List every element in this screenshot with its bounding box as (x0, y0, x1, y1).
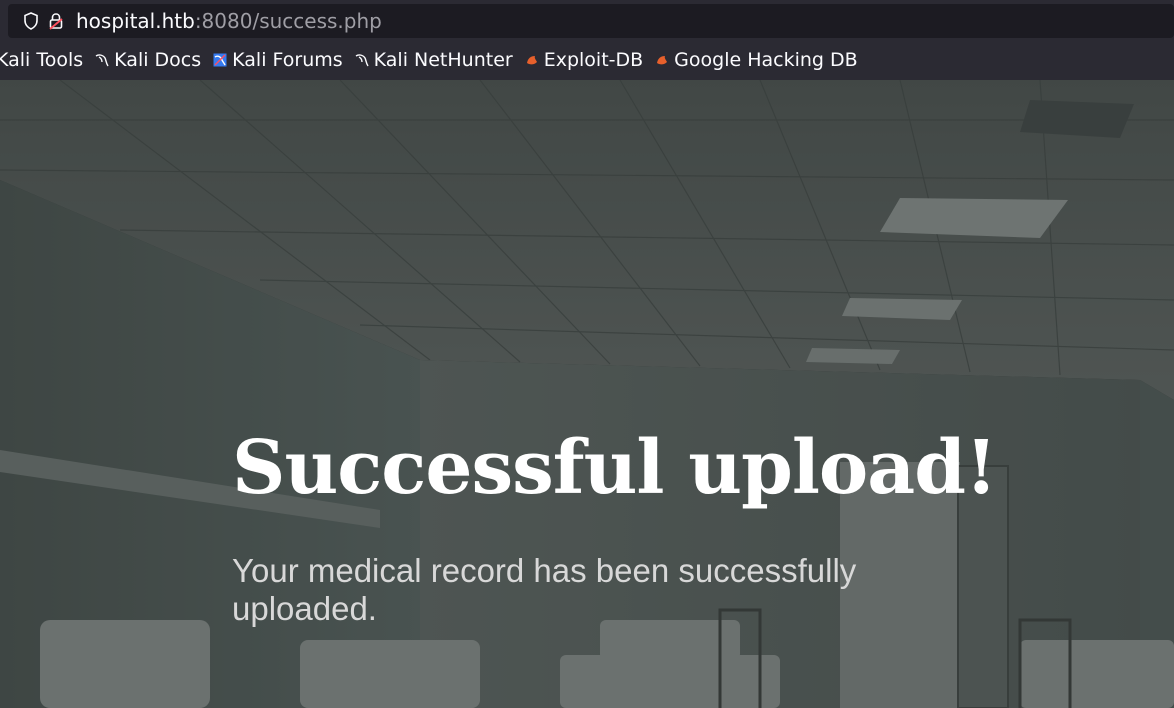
bookmark-kali-nethunter[interactable]: Kali NetHunter (355, 49, 513, 71)
bookmark-kali-forums[interactable]: Kali Forums (213, 49, 343, 71)
bookmark-kali-tools[interactable]: Kali Tools (0, 49, 83, 71)
bookmark-kali-docs[interactable]: Kali Docs (95, 49, 201, 71)
bookmark-label: Exploit-DB (543, 49, 644, 71)
bookmark-google-hacking-db[interactable]: Google Hacking DB (655, 49, 858, 71)
url-path: :8080/success.php (194, 9, 382, 33)
kali-forums-icon (213, 53, 227, 67)
url-host: hospital.htb (76, 9, 195, 33)
bookmark-label: Kali Tools (0, 49, 84, 71)
bookmark-label: Kali Docs (114, 49, 202, 71)
browser-chrome: hospital.htb:8080/success.php Kali Tools… (0, 0, 1174, 80)
page-title: Successful upload! (232, 425, 997, 511)
kali-dragon-icon (95, 53, 109, 67)
bookmark-label: Google Hacking DB (674, 49, 858, 71)
insecure-lock-icon[interactable] (48, 12, 64, 30)
bookmark-label: Kali NetHunter (373, 49, 513, 71)
address-bar[interactable]: hospital.htb:8080/success.php (8, 4, 1174, 38)
exploit-db-icon (655, 53, 669, 67)
hero-content: Successful upload! Your medical record h… (232, 420, 997, 628)
page-viewport: Successful upload! Your medical record h… (0, 80, 1174, 708)
tracking-protection-shield-icon[interactable] (22, 12, 40, 30)
page-subtitle: Your medical record has been successfull… (232, 552, 857, 627)
bookmark-exploit-db[interactable]: Exploit-DB (525, 49, 643, 71)
url-text[interactable]: hospital.htb:8080/success.php (76, 9, 382, 33)
exploit-db-icon (525, 53, 539, 67)
bookmarks-toolbar: Kali Tools Kali Docs Kali Forums Kali Ne… (0, 42, 870, 78)
kali-dragon-icon (355, 53, 369, 67)
bookmark-label: Kali Forums (232, 49, 343, 71)
